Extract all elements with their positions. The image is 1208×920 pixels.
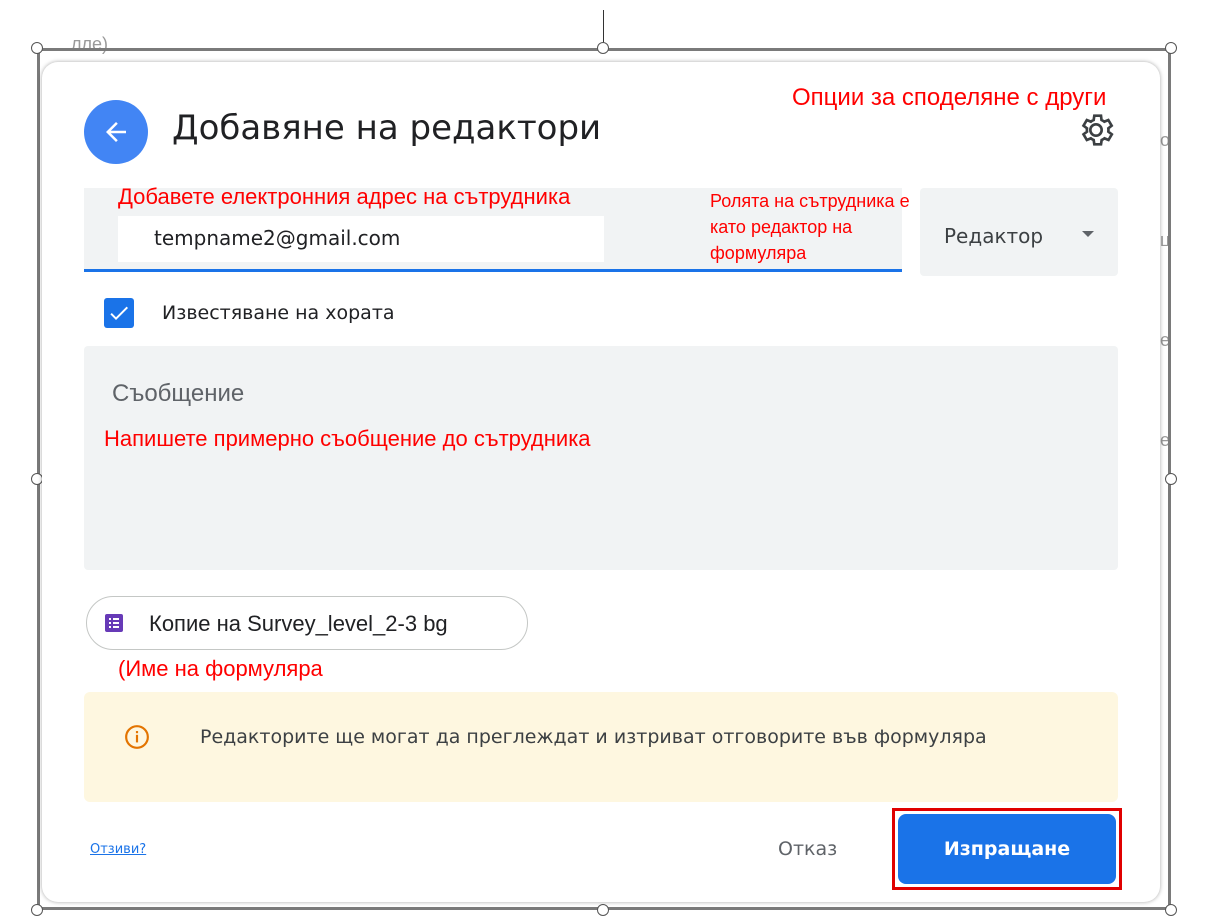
back-button[interactable]: [84, 100, 148, 164]
form-chip-label: Копие на Survey_level_2-3 bg: [149, 611, 448, 636]
annotation-add-email: Добавете електронния адрес на сътрудника: [118, 184, 571, 209]
resize-handle-top-left[interactable]: [31, 42, 43, 54]
role-select-value: Редактор: [944, 224, 1044, 248]
annotation-role-note: Ролята на сътрудника е като редактор на …: [710, 191, 910, 263]
arrow-left-icon: [106, 122, 126, 142]
resize-handle-bottom-right[interactable]: [1165, 904, 1177, 916]
info-text: Редакторите ще могат да преглеждат и изт…: [200, 726, 987, 748]
annotation-share-options: Опции за споделяне с други: [792, 84, 1107, 111]
gear-icon: [1081, 114, 1114, 146]
cancel-button[interactable]: Отказ: [778, 838, 837, 860]
email-input[interactable]: tempname2@gmail.com: [154, 226, 400, 250]
role-select[interactable]: Редактор: [920, 188, 1118, 276]
check-icon: [110, 306, 128, 320]
annotation-message-note: Напишете примерно съобщение до сътрудник…: [104, 426, 591, 451]
forms-list-icon: [105, 614, 123, 632]
resize-handle-middle-right[interactable]: [1165, 473, 1177, 485]
resize-handle-top-center[interactable]: [597, 42, 609, 54]
editors-info-banner: Редакторите ще могат да преглеждат и изт…: [84, 692, 1118, 802]
dialog-title: Добавяне на редактори: [172, 108, 602, 148]
message-placeholder: Съобщение: [112, 380, 245, 407]
settings-button[interactable]: [1076, 110, 1116, 150]
resize-handle-bottom-center[interactable]: [597, 904, 609, 916]
notify-people-label: Известяване на хората: [162, 302, 395, 324]
email-chip[interactable]: tempname2@gmail.com: [118, 216, 604, 262]
resize-handle-top-right[interactable]: [1165, 42, 1177, 54]
send-button[interactable]: Изпращане: [898, 814, 1116, 884]
caret-down-icon: [1082, 231, 1094, 237]
resize-handle-bottom-left[interactable]: [31, 904, 43, 916]
info-icon: [125, 725, 149, 749]
annotation-form-name: (Име на формуляра: [118, 656, 323, 681]
add-editors-dialog: Добавяне на редактори Опции за споделяне…: [42, 62, 1160, 902]
notify-people-checkbox[interactable]: [104, 298, 134, 328]
message-textarea[interactable]: Съобщение Напишете примерно съобщение до…: [84, 346, 1118, 570]
feedback-link[interactable]: Отзиви?: [90, 842, 146, 857]
form-name-chip: Копие на Survey_level_2-3 bg: [86, 596, 528, 650]
